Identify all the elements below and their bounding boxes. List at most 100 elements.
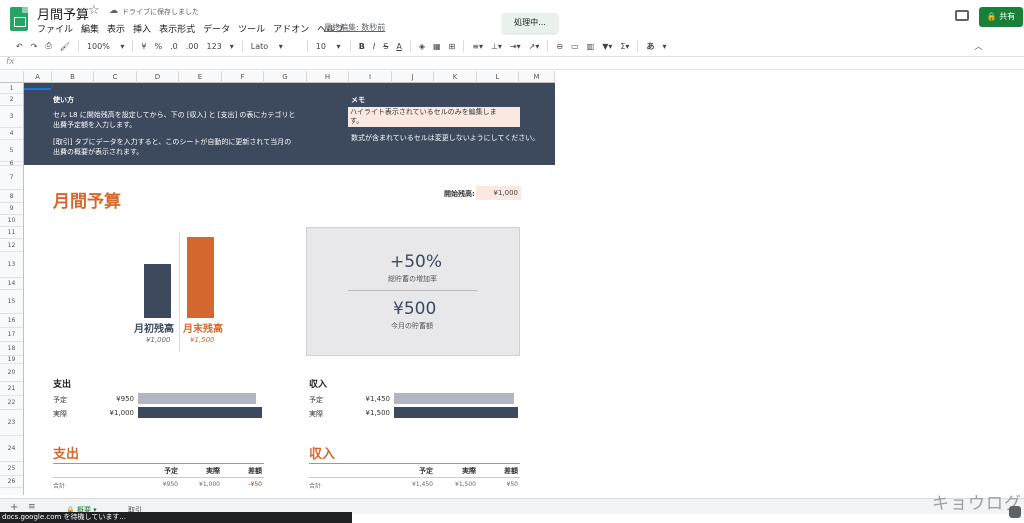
undo-icon[interactable]: ↶ — [16, 42, 23, 51]
expense-table-rule — [53, 477, 264, 478]
all-sheets-icon[interactable]: ≡ — [28, 502, 36, 512]
menu-tools[interactable]: ツール — [238, 22, 265, 35]
percent-button[interactable]: % — [155, 42, 163, 51]
toolbar-divider — [349, 40, 351, 52]
row-header[interactable]: 4 — [0, 128, 23, 140]
collapse-toolbar-icon[interactable]: ︿ — [974, 41, 982, 52]
decrease-decimal-button[interactable]: .0 — [170, 42, 178, 51]
row-header[interactable]: 7 — [0, 166, 23, 190]
currency-button[interactable]: ¥ — [141, 42, 146, 51]
column-header[interactable]: H — [307, 71, 349, 83]
number-format-select[interactable]: 123 ▾ — [206, 42, 233, 51]
row-header[interactable]: 18 — [0, 342, 23, 356]
row-header[interactable]: 9 — [0, 203, 23, 215]
font-size-select[interactable]: 10 ▾ — [316, 42, 342, 51]
row-header[interactable]: 19 — [0, 356, 23, 364]
insert-chart-icon[interactable]: ▥ — [587, 42, 595, 51]
column-header[interactable]: D — [137, 71, 179, 83]
toolbar-divider — [241, 40, 243, 52]
menu-addons[interactable]: アドオン — [273, 22, 309, 35]
fill-color-icon[interactable]: ◈ — [419, 42, 425, 51]
sheets-logo-icon[interactable] — [10, 7, 28, 31]
row-header[interactable]: 24 — [0, 436, 23, 462]
filter-icon[interactable]: ▼▾ — [602, 42, 612, 51]
menu-format[interactable]: 表示形式 — [159, 22, 195, 35]
income-plan-value: ¥1,450 — [365, 395, 391, 403]
income-plan-label: 予定 — [309, 396, 323, 404]
chart-divider — [179, 232, 180, 352]
explore-icon[interactable] — [1009, 506, 1021, 518]
zoom-select[interactable]: 100% ▾ — [87, 42, 124, 51]
font-select[interactable]: Lato ▾ — [251, 42, 299, 51]
menu-view[interactable]: 表示 — [107, 22, 125, 35]
row-header[interactable]: 10 — [0, 215, 23, 227]
insert-comment-icon[interactable]: ▭ — [571, 42, 579, 51]
row-header[interactable]: 5 — [0, 140, 23, 162]
row-header[interactable]: 15 — [0, 290, 23, 314]
text-color-button[interactable]: A — [396, 42, 401, 51]
row-header[interactable]: 21 — [0, 382, 23, 396]
strikethrough-button[interactable]: S — [383, 42, 388, 51]
column-header[interactable]: F — [222, 71, 264, 83]
zoom-value: 100% — [86, 41, 110, 51]
comment-history-icon[interactable] — [955, 10, 969, 21]
column-header[interactable]: K — [434, 71, 477, 83]
insert-link-icon[interactable]: ⊖ — [556, 42, 563, 51]
savings-increase-label: 総貯蓄の増加率 — [388, 275, 437, 283]
row-header[interactable]: 26 — [0, 476, 23, 488]
last-edit-link[interactable]: 最終編集: 数秒前 — [324, 22, 385, 33]
howto-line: 出費予定額を入力します。 — [53, 121, 137, 129]
functions-icon[interactable]: Σ▾ — [620, 42, 629, 51]
row-header[interactable]: 17 — [0, 328, 23, 342]
page-title[interactable]: 月間予算 — [53, 187, 121, 212]
share-button[interactable]: 🔒 共有 — [979, 7, 1023, 27]
column-header[interactable]: E — [179, 71, 222, 83]
redo-icon[interactable]: ↷ — [31, 42, 38, 51]
menu-data[interactable]: データ — [203, 22, 230, 35]
expense-actual-bar — [138, 407, 262, 418]
menu-file[interactable]: ファイル — [37, 22, 73, 35]
input-tools-button[interactable]: あ ▾ — [646, 41, 666, 52]
row-header[interactable]: 8 — [0, 190, 23, 203]
row-header[interactable]: 16 — [0, 314, 23, 328]
align-vertical-icon[interactable]: ⊥▾ — [491, 42, 502, 51]
formula-bar[interactable] — [0, 56, 1024, 70]
row-header[interactable]: 11 — [0, 227, 23, 239]
start-balance-input[interactable]: ¥1,000 — [476, 186, 521, 200]
expense-summary-title: 支出 — [53, 380, 72, 390]
column-header[interactable]: M — [519, 71, 555, 83]
column-header[interactable]: I — [349, 71, 392, 83]
row-header[interactable]: 12 — [0, 239, 23, 252]
row-header[interactable]: 25 — [0, 462, 23, 476]
borders-icon[interactable]: ▦ — [433, 42, 441, 51]
italic-button[interactable]: I — [373, 42, 375, 51]
row-header[interactable]: 2 — [0, 94, 23, 106]
paint-format-icon[interactable]: 🖌 — [60, 42, 70, 51]
star-icon[interactable]: ☆ — [88, 3, 100, 18]
row-header[interactable]: 23 — [0, 410, 23, 436]
row-header[interactable]: 1 — [0, 83, 23, 94]
row-header[interactable]: 14 — [0, 278, 23, 290]
print-icon[interactable]: ⎙ — [45, 41, 51, 51]
merge-cells-icon[interactable]: ⊞ — [449, 42, 456, 51]
menu-insert[interactable]: 挿入 — [133, 22, 151, 35]
bold-button[interactable]: B — [359, 42, 365, 51]
expense-total-plan: ¥950 — [162, 481, 178, 488]
text-wrap-icon[interactable]: ⇥▾ — [510, 42, 521, 51]
menu-edit[interactable]: 編集 — [81, 22, 99, 35]
text-rotate-icon[interactable]: ↗▾ — [529, 42, 540, 51]
row-header[interactable]: 3 — [0, 106, 23, 128]
column-header[interactable]: A — [24, 71, 52, 83]
row-header[interactable]: 22 — [0, 396, 23, 410]
row-header[interactable]: 13 — [0, 252, 23, 278]
document-title[interactable]: 月間予算 — [37, 4, 89, 23]
column-header[interactable]: J — [392, 71, 434, 83]
align-horizontal-icon[interactable]: ≡▾ — [472, 42, 483, 51]
row-header[interactable]: 20 — [0, 364, 23, 382]
column-header[interactable]: L — [477, 71, 519, 83]
select-all-corner[interactable] — [0, 71, 24, 83]
column-header[interactable]: G — [264, 71, 307, 83]
column-header[interactable]: B — [52, 71, 94, 83]
column-header[interactable]: C — [94, 71, 137, 83]
increase-decimal-button[interactable]: .00 — [186, 42, 199, 51]
